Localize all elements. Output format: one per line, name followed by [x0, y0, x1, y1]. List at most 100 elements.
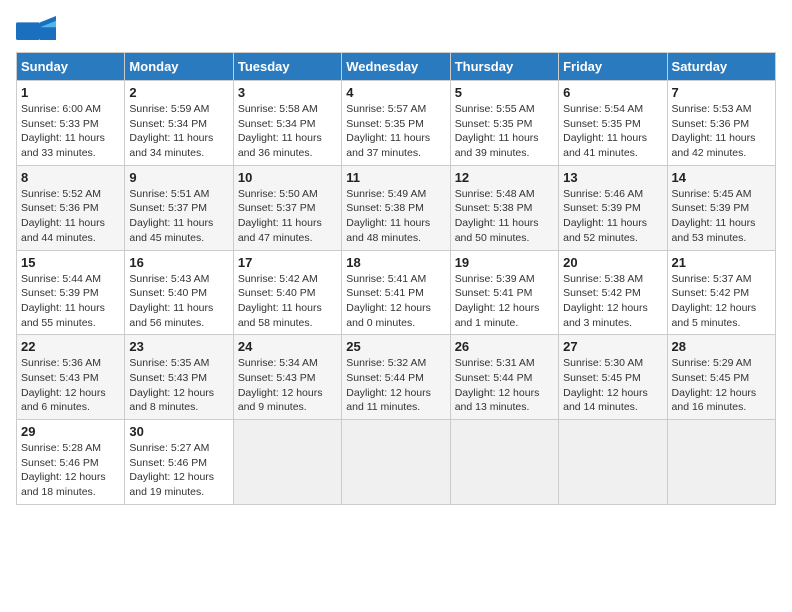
- day-number: 13: [563, 170, 662, 185]
- day-info: Sunrise: 5:31 AMSunset: 5:44 PMDaylight:…: [455, 356, 554, 415]
- day-number: 22: [21, 339, 120, 354]
- day-info: Sunrise: 5:59 AMSunset: 5:34 PMDaylight:…: [129, 102, 228, 161]
- calendar-header-row: SundayMondayTuesdayWednesdayThursdayFrid…: [17, 53, 776, 81]
- calendar-cell: 21 Sunrise: 5:37 AMSunset: 5:42 PMDaylig…: [667, 250, 775, 335]
- calendar-cell: 25 Sunrise: 5:32 AMSunset: 5:44 PMDaylig…: [342, 335, 450, 420]
- calendar-cell: 17 Sunrise: 5:42 AMSunset: 5:40 PMDaylig…: [233, 250, 341, 335]
- day-number: 11: [346, 170, 445, 185]
- day-info: Sunrise: 5:52 AMSunset: 5:36 PMDaylight:…: [21, 187, 120, 246]
- calendar-cell: [233, 420, 341, 505]
- day-number: 7: [672, 85, 771, 100]
- day-info: Sunrise: 5:58 AMSunset: 5:34 PMDaylight:…: [238, 102, 337, 161]
- calendar-cell: 11 Sunrise: 5:49 AMSunset: 5:38 PMDaylig…: [342, 165, 450, 250]
- day-info: Sunrise: 5:27 AMSunset: 5:46 PMDaylight:…: [129, 441, 228, 500]
- day-number: 6: [563, 85, 662, 100]
- day-number: 9: [129, 170, 228, 185]
- day-info: Sunrise: 5:32 AMSunset: 5:44 PMDaylight:…: [346, 356, 445, 415]
- calendar-cell: 12 Sunrise: 5:48 AMSunset: 5:38 PMDaylig…: [450, 165, 558, 250]
- calendar-cell: 26 Sunrise: 5:31 AMSunset: 5:44 PMDaylig…: [450, 335, 558, 420]
- day-number: 16: [129, 255, 228, 270]
- day-number: 19: [455, 255, 554, 270]
- calendar-body: 1 Sunrise: 6:00 AMSunset: 5:33 PMDayligh…: [17, 81, 776, 505]
- day-number: 12: [455, 170, 554, 185]
- day-number: 28: [672, 339, 771, 354]
- day-info: Sunrise: 5:29 AMSunset: 5:45 PMDaylight:…: [672, 356, 771, 415]
- day-number: 30: [129, 424, 228, 439]
- calendar-cell: 5 Sunrise: 5:55 AMSunset: 5:35 PMDayligh…: [450, 81, 558, 166]
- calendar-cell: [667, 420, 775, 505]
- day-info: Sunrise: 5:55 AMSunset: 5:35 PMDaylight:…: [455, 102, 554, 161]
- day-info: Sunrise: 5:50 AMSunset: 5:37 PMDaylight:…: [238, 187, 337, 246]
- calendar-header-friday: Friday: [559, 53, 667, 81]
- logo: [16, 16, 60, 44]
- day-number: 15: [21, 255, 120, 270]
- day-number: 18: [346, 255, 445, 270]
- calendar-header-saturday: Saturday: [667, 53, 775, 81]
- calendar-cell: 10 Sunrise: 5:50 AMSunset: 5:37 PMDaylig…: [233, 165, 341, 250]
- day-number: 29: [21, 424, 120, 439]
- day-info: Sunrise: 5:53 AMSunset: 5:36 PMDaylight:…: [672, 102, 771, 161]
- calendar-cell: 13 Sunrise: 5:46 AMSunset: 5:39 PMDaylig…: [559, 165, 667, 250]
- day-info: Sunrise: 5:54 AMSunset: 5:35 PMDaylight:…: [563, 102, 662, 161]
- calendar-cell: 19 Sunrise: 5:39 AMSunset: 5:41 PMDaylig…: [450, 250, 558, 335]
- day-info: Sunrise: 5:39 AMSunset: 5:41 PMDaylight:…: [455, 272, 554, 331]
- calendar-week-row: 22 Sunrise: 5:36 AMSunset: 5:43 PMDaylig…: [17, 335, 776, 420]
- calendar-cell: [450, 420, 558, 505]
- calendar-cell: 9 Sunrise: 5:51 AMSunset: 5:37 PMDayligh…: [125, 165, 233, 250]
- calendar-header-wednesday: Wednesday: [342, 53, 450, 81]
- day-number: 4: [346, 85, 445, 100]
- day-info: Sunrise: 5:41 AMSunset: 5:41 PMDaylight:…: [346, 272, 445, 331]
- calendar-cell: 22 Sunrise: 5:36 AMSunset: 5:43 PMDaylig…: [17, 335, 125, 420]
- day-number: 26: [455, 339, 554, 354]
- calendar-cell: 15 Sunrise: 5:44 AMSunset: 5:39 PMDaylig…: [17, 250, 125, 335]
- calendar-week-row: 1 Sunrise: 6:00 AMSunset: 5:33 PMDayligh…: [17, 81, 776, 166]
- calendar-cell: 14 Sunrise: 5:45 AMSunset: 5:39 PMDaylig…: [667, 165, 775, 250]
- day-info: Sunrise: 5:51 AMSunset: 5:37 PMDaylight:…: [129, 187, 228, 246]
- calendar-week-row: 15 Sunrise: 5:44 AMSunset: 5:39 PMDaylig…: [17, 250, 776, 335]
- day-info: Sunrise: 5:45 AMSunset: 5:39 PMDaylight:…: [672, 187, 771, 246]
- day-info: Sunrise: 5:30 AMSunset: 5:45 PMDaylight:…: [563, 356, 662, 415]
- day-number: 2: [129, 85, 228, 100]
- day-info: Sunrise: 5:46 AMSunset: 5:39 PMDaylight:…: [563, 187, 662, 246]
- calendar-cell: 30 Sunrise: 5:27 AMSunset: 5:46 PMDaylig…: [125, 420, 233, 505]
- day-info: Sunrise: 5:57 AMSunset: 5:35 PMDaylight:…: [346, 102, 445, 161]
- calendar-cell: 24 Sunrise: 5:34 AMSunset: 5:43 PMDaylig…: [233, 335, 341, 420]
- page-header: [16, 16, 776, 44]
- calendar-week-row: 8 Sunrise: 5:52 AMSunset: 5:36 PMDayligh…: [17, 165, 776, 250]
- day-info: Sunrise: 5:42 AMSunset: 5:40 PMDaylight:…: [238, 272, 337, 331]
- calendar-header-sunday: Sunday: [17, 53, 125, 81]
- day-number: 14: [672, 170, 771, 185]
- logo-icon: [16, 16, 56, 44]
- calendar-cell: 16 Sunrise: 5:43 AMSunset: 5:40 PMDaylig…: [125, 250, 233, 335]
- calendar-cell: [559, 420, 667, 505]
- day-info: Sunrise: 5:43 AMSunset: 5:40 PMDaylight:…: [129, 272, 228, 331]
- calendar-cell: 6 Sunrise: 5:54 AMSunset: 5:35 PMDayligh…: [559, 81, 667, 166]
- calendar-cell: 18 Sunrise: 5:41 AMSunset: 5:41 PMDaylig…: [342, 250, 450, 335]
- calendar-cell: 23 Sunrise: 5:35 AMSunset: 5:43 PMDaylig…: [125, 335, 233, 420]
- calendar-cell: 20 Sunrise: 5:38 AMSunset: 5:42 PMDaylig…: [559, 250, 667, 335]
- day-info: Sunrise: 5:49 AMSunset: 5:38 PMDaylight:…: [346, 187, 445, 246]
- day-info: Sunrise: 5:44 AMSunset: 5:39 PMDaylight:…: [21, 272, 120, 331]
- day-number: 5: [455, 85, 554, 100]
- day-number: 20: [563, 255, 662, 270]
- day-info: Sunrise: 5:36 AMSunset: 5:43 PMDaylight:…: [21, 356, 120, 415]
- calendar-cell: 2 Sunrise: 5:59 AMSunset: 5:34 PMDayligh…: [125, 81, 233, 166]
- day-number: 1: [21, 85, 120, 100]
- day-info: Sunrise: 5:34 AMSunset: 5:43 PMDaylight:…: [238, 356, 337, 415]
- day-number: 24: [238, 339, 337, 354]
- day-info: Sunrise: 5:28 AMSunset: 5:46 PMDaylight:…: [21, 441, 120, 500]
- calendar-week-row: 29 Sunrise: 5:28 AMSunset: 5:46 PMDaylig…: [17, 420, 776, 505]
- calendar-cell: 8 Sunrise: 5:52 AMSunset: 5:36 PMDayligh…: [17, 165, 125, 250]
- day-number: 27: [563, 339, 662, 354]
- day-info: Sunrise: 5:48 AMSunset: 5:38 PMDaylight:…: [455, 187, 554, 246]
- calendar-cell: 1 Sunrise: 6:00 AMSunset: 5:33 PMDayligh…: [17, 81, 125, 166]
- calendar-cell: 7 Sunrise: 5:53 AMSunset: 5:36 PMDayligh…: [667, 81, 775, 166]
- calendar-cell: 3 Sunrise: 5:58 AMSunset: 5:34 PMDayligh…: [233, 81, 341, 166]
- day-info: Sunrise: 6:00 AMSunset: 5:33 PMDaylight:…: [21, 102, 120, 161]
- day-number: 23: [129, 339, 228, 354]
- day-number: 8: [21, 170, 120, 185]
- calendar-header-thursday: Thursday: [450, 53, 558, 81]
- calendar-header-tuesday: Tuesday: [233, 53, 341, 81]
- day-number: 10: [238, 170, 337, 185]
- calendar-cell: 28 Sunrise: 5:29 AMSunset: 5:45 PMDaylig…: [667, 335, 775, 420]
